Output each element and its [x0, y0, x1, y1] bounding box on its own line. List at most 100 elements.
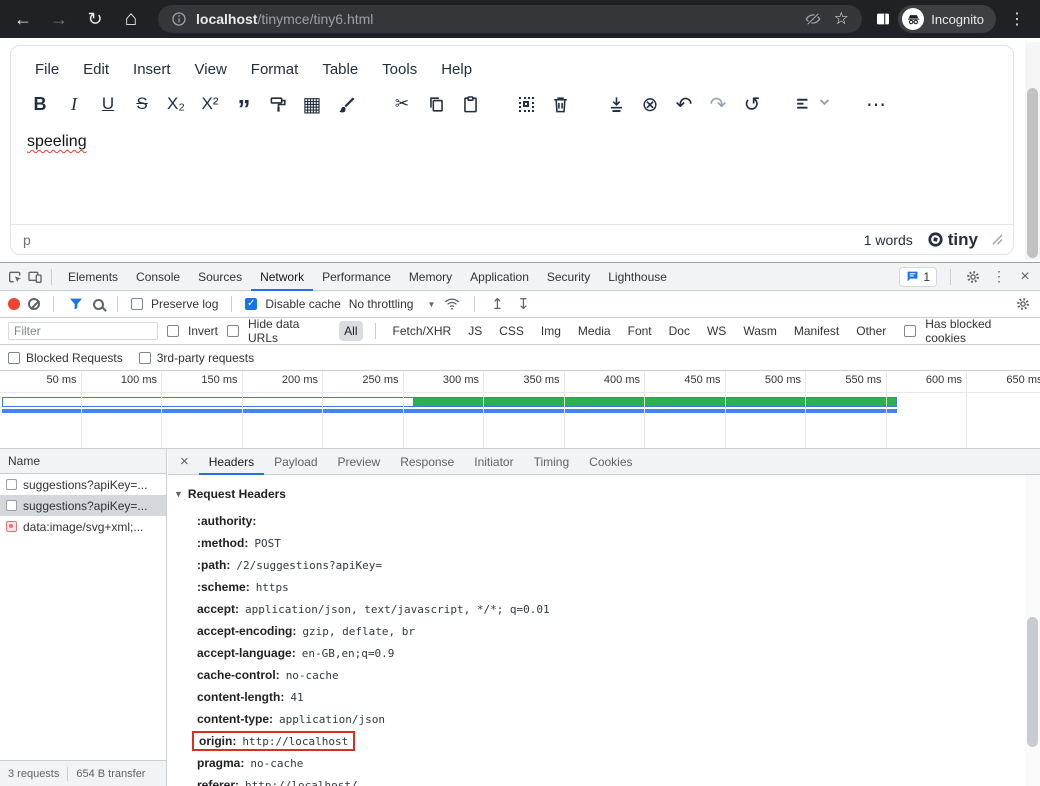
strikethrough-button[interactable]: S [125, 89, 159, 119]
blockquote-button[interactable]: ” [227, 89, 261, 119]
menu-view[interactable]: View [185, 56, 237, 83]
filter-input[interactable] [8, 322, 158, 340]
search-icon[interactable] [93, 299, 104, 310]
menu-file[interactable]: File [25, 56, 69, 83]
filter-type-fetchxhr[interactable]: Fetch/XHR [388, 321, 457, 341]
italic-button[interactable]: I [57, 89, 91, 119]
detail-tab-initiator[interactable]: Initiator [464, 449, 523, 475]
filter-type-font[interactable]: Font [623, 321, 657, 341]
device-toolbar-icon[interactable] [26, 268, 44, 286]
preserve-log-checkbox[interactable] [131, 298, 143, 310]
home-icon[interactable]: ⌂ [116, 4, 146, 34]
export-har-icon[interactable]: ↧ [514, 295, 532, 313]
detail-tab-preview[interactable]: Preview [328, 449, 391, 475]
filter-type-img[interactable]: Img [536, 321, 566, 341]
filter-type-all[interactable]: All [339, 321, 362, 341]
chrome-menu-icon[interactable]: ⋮ [1002, 4, 1032, 34]
has-blocked-cookies-checkbox[interactable] [904, 325, 916, 337]
resize-handle-icon[interactable] [992, 232, 1003, 248]
misspelled-word[interactable]: speeling [27, 133, 87, 150]
copy-button[interactable] [419, 89, 453, 119]
tab-security[interactable]: Security [538, 263, 599, 291]
bold-button[interactable]: B [23, 89, 57, 119]
undo-button[interactable]: ↶ [667, 89, 701, 119]
info-icon[interactable] [170, 10, 188, 28]
tab-network[interactable]: Network [251, 263, 313, 291]
detail-tab-timing[interactable]: Timing [524, 449, 580, 475]
throttling-dropdown[interactable]: No throttling ▼ [349, 297, 436, 311]
bookmark-star-icon[interactable]: ☆ [832, 10, 850, 28]
name-column-header[interactable]: Name [0, 449, 166, 474]
filter-type-js[interactable]: JS [463, 321, 487, 341]
hide-data-urls-checkbox[interactable] [227, 325, 239, 337]
filter-type-other[interactable]: Other [851, 321, 891, 341]
select-all-button[interactable] [509, 89, 543, 119]
side-panel-icon[interactable] [874, 10, 892, 28]
filter-funnel-icon[interactable] [67, 295, 85, 313]
tab-lighthouse[interactable]: Lighthouse [599, 263, 676, 291]
filter-type-media[interactable]: Media [573, 321, 616, 341]
menu-edit[interactable]: Edit [73, 56, 119, 83]
devtools-close-icon[interactable]: × [1016, 268, 1034, 286]
table-cell-background-button[interactable]: ▦ [295, 89, 329, 119]
element-path[interactable]: p [23, 232, 31, 248]
filter-type-css[interactable]: CSS [494, 321, 529, 341]
superscript-button[interactable]: X² [193, 89, 227, 119]
issues-badge[interactable]: 1 [899, 267, 937, 287]
request-headers-section[interactable]: ▼ Request Headers [174, 487, 1025, 501]
network-overview-timeline[interactable]: 50 ms100 ms150 ms200 ms250 ms300 ms350 m… [0, 371, 1040, 449]
detail-tab-headers[interactable]: Headers [199, 449, 264, 475]
reload-icon[interactable]: ↻ [80, 4, 110, 34]
save-button[interactable] [599, 89, 633, 119]
inspect-element-icon[interactable] [6, 268, 24, 286]
menu-help[interactable]: Help [431, 56, 482, 83]
menu-table[interactable]: Table [312, 56, 368, 83]
detail-close-icon[interactable]: × [174, 453, 195, 470]
menu-format[interactable]: Format [241, 56, 309, 83]
menu-tools[interactable]: Tools [372, 56, 427, 83]
disable-cache-checkbox[interactable] [245, 298, 257, 310]
tab-performance[interactable]: Performance [313, 263, 400, 291]
align-button[interactable] [791, 89, 837, 119]
detail-tab-cookies[interactable]: Cookies [579, 449, 642, 475]
brush-button[interactable] [329, 89, 363, 119]
network-conditions-icon[interactable] [443, 295, 461, 313]
forward-icon[interactable]: → [44, 4, 74, 34]
menu-insert[interactable]: Insert [123, 56, 181, 83]
delete-button[interactable] [543, 89, 577, 119]
tab-application[interactable]: Application [461, 263, 538, 291]
tab-sources[interactable]: Sources [189, 263, 251, 291]
address-bar[interactable]: localhost/tinymce/tiny6.html ☆ [158, 5, 862, 33]
disclosure-triangle-icon[interactable]: ▼ [174, 489, 183, 499]
tiny-branding[interactable]: tiny [927, 230, 978, 250]
request-row[interactable]: data:image/svg+xml;... [0, 516, 166, 537]
underline-button[interactable]: U [91, 89, 125, 119]
tab-elements[interactable]: Elements [59, 263, 127, 291]
filter-type-ws[interactable]: WS [702, 321, 731, 341]
more-toolbar-button[interactable]: ⋯ [859, 89, 893, 119]
tab-memory[interactable]: Memory [400, 263, 461, 291]
record-icon[interactable] [8, 298, 20, 310]
filter-type-doc[interactable]: Doc [664, 321, 695, 341]
detail-tab-payload[interactable]: Payload [264, 449, 327, 475]
paste-button[interactable] [453, 89, 487, 119]
detail-scrollbar-thumb[interactable] [1027, 617, 1038, 747]
cancel-button[interactable]: ⊗ [633, 89, 667, 119]
invert-checkbox[interactable] [167, 325, 179, 337]
request-row[interactable]: suggestions?apiKey=... [0, 474, 166, 495]
subscript-button[interactable]: X₂ [159, 89, 193, 119]
scrollbar-thumb[interactable] [1027, 88, 1038, 258]
network-settings-icon[interactable] [1014, 295, 1032, 313]
devtools-settings-icon[interactable] [964, 268, 982, 286]
third-party-checkbox[interactable] [139, 352, 151, 364]
paint-roller-button[interactable] [261, 89, 295, 119]
detail-scrollbar[interactable] [1025, 475, 1040, 786]
page-scrollbar[interactable] [1025, 42, 1040, 260]
import-har-icon[interactable]: ↥ [488, 295, 506, 313]
redo-button[interactable]: ↷ [701, 89, 735, 119]
request-row[interactable]: suggestions?apiKey=... [0, 495, 166, 516]
filter-type-wasm[interactable]: Wasm [738, 321, 782, 341]
filter-type-manifest[interactable]: Manifest [789, 321, 844, 341]
restore-draft-button[interactable]: ↺ [735, 89, 769, 119]
detail-tab-response[interactable]: Response [390, 449, 464, 475]
